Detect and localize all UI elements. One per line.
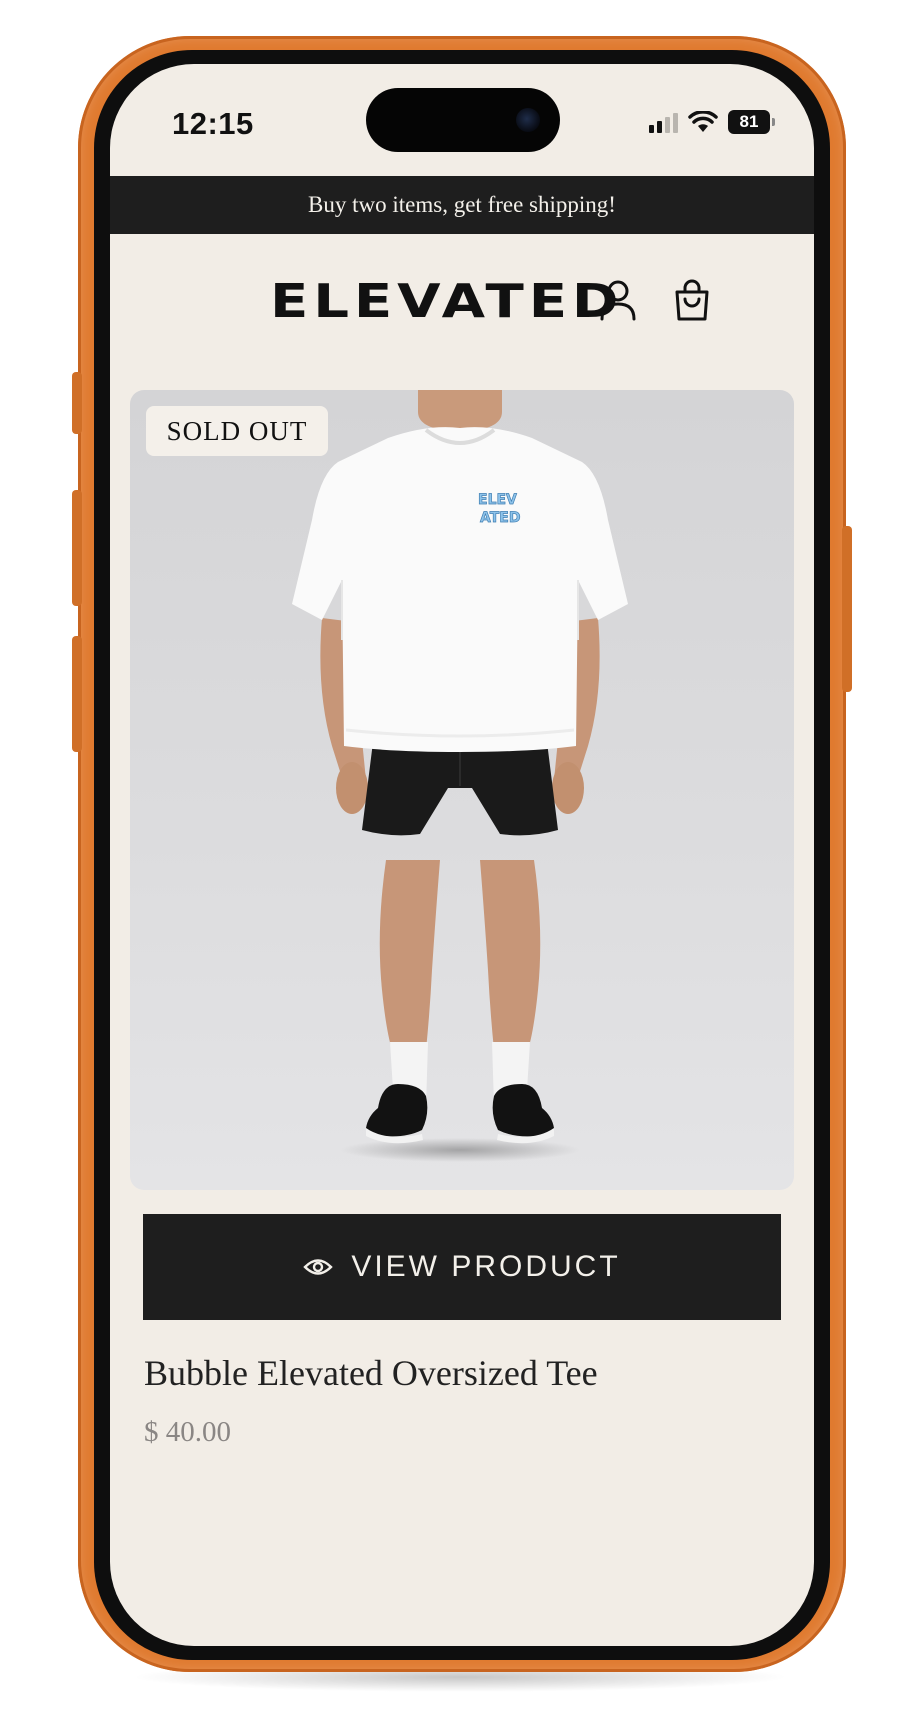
sold-out-badge: SOLD OUT xyxy=(146,406,328,456)
view-product-button[interactable]: VIEW PRODUCT xyxy=(143,1214,781,1320)
product-photo: ELEV ATED xyxy=(292,390,628,1162)
power-button xyxy=(842,526,852,692)
product-image[interactable]: ELEV ATED SOLD OUT xyxy=(130,390,794,1190)
wifi-icon xyxy=(688,111,718,132)
screen: 12:15 81 Buy two items, get free shippin… xyxy=(110,64,814,1646)
volume-up-button xyxy=(72,490,82,606)
volume-down-button xyxy=(72,636,82,752)
status-indicators: 81 xyxy=(649,110,775,134)
promo-banner[interactable]: Buy two items, get free shipping! xyxy=(110,176,814,234)
shopping-bag-icon[interactable] xyxy=(672,278,712,322)
site-header: ELEVATED xyxy=(110,244,814,354)
view-product-label: VIEW PRODUCT xyxy=(351,1250,621,1283)
tee-print-text: ELEV xyxy=(478,492,517,508)
user-icon[interactable] xyxy=(598,278,638,322)
status-time: 12:15 xyxy=(172,106,254,141)
camera-icon xyxy=(516,108,540,132)
eye-icon xyxy=(303,1259,334,1275)
brand-logo[interactable]: ELEVATED xyxy=(270,274,623,328)
svg-text:ATED: ATED xyxy=(480,510,520,526)
product-title[interactable]: Bubble Elevated Oversized Tee xyxy=(144,1352,598,1394)
dynamic-island xyxy=(366,88,560,152)
battery-icon: 81 xyxy=(728,110,775,134)
cellular-signal-icon xyxy=(649,111,678,133)
action-button xyxy=(72,372,82,434)
product-price: $ 40.00 xyxy=(144,1416,231,1448)
